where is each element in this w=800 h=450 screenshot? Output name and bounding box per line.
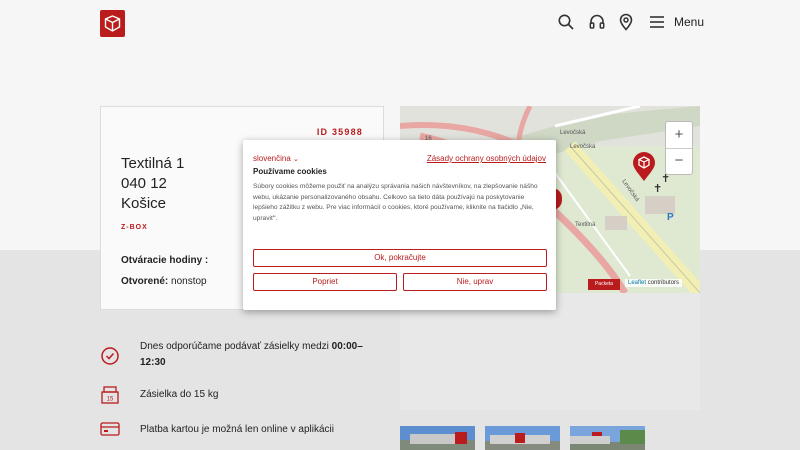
search-icon[interactable]	[557, 13, 575, 31]
location-icon[interactable]	[617, 13, 635, 31]
branch-photo[interactable]	[400, 426, 475, 450]
reject-cookies-button[interactable]: Popriet	[253, 273, 397, 291]
open-value: nonstop	[171, 276, 207, 287]
card-payment-info: Platba kartou je možná len online v apli…	[140, 424, 334, 435]
map-attribution: Leaflet contributors	[625, 279, 683, 287]
scale-weight-icon: 15	[100, 385, 120, 410]
branch-id: ID 35988	[316, 127, 363, 137]
zoom-in-button[interactable]: +	[666, 122, 692, 149]
customize-cookies-button[interactable]: Nie, uprav	[403, 273, 547, 291]
recommended-time-text: Dnes odporúčame podávať zásielky medzi	[140, 341, 329, 352]
address-city: Košice	[121, 195, 167, 212]
cookie-consent-dialog: slovenčina ⌄ Zásady ochrany osobných úda…	[243, 140, 556, 310]
menu-label[interactable]: Menu	[674, 15, 704, 29]
recommended-time: Dnes odporúčame podávať zásielky medzi 0…	[140, 339, 380, 371]
svg-text:P: P	[667, 212, 674, 223]
open-status: Otvorené: nonstop	[121, 276, 207, 287]
language-value: slovenčina	[253, 154, 291, 163]
street-label: Levočská	[570, 144, 596, 150]
cookie-title: Používame cookies	[253, 167, 327, 176]
branch-photo[interactable]	[485, 426, 560, 450]
accept-cookies-button[interactable]: Ok, pokračujte	[253, 249, 547, 267]
zoom-out-button[interactable]: −	[666, 148, 692, 174]
address-zip: 040 12	[121, 175, 167, 192]
cookie-description: Súbory cookies môžeme použiť na analýzu …	[253, 183, 538, 222]
open-label: Otvorené:	[121, 276, 169, 287]
clock-icon	[100, 346, 120, 371]
leaflet-link[interactable]: Leaflet	[628, 280, 646, 286]
box-icon	[104, 15, 121, 32]
privacy-policy-link[interactable]: Zásady ochrany osobných údajov	[427, 154, 546, 163]
weight-icon-text: 15	[107, 397, 114, 403]
headset-icon[interactable]	[588, 13, 606, 31]
recommended-time-end: 12:30	[140, 357, 166, 368]
menu-icon[interactable]	[648, 13, 666, 31]
branch-type: Z-BOX	[121, 224, 148, 231]
branch-marker-icon[interactable]	[632, 152, 656, 187]
chevron-down-icon: ⌄	[293, 156, 299, 163]
branch-photo[interactable]	[570, 426, 645, 450]
address-street: Textilná 1	[121, 155, 185, 172]
street-label: Levočská	[560, 130, 586, 136]
weight-limit: Zásielka do 15 kg	[140, 389, 219, 400]
opening-hours-label: Otváracie hodiny :	[121, 255, 209, 266]
map-zoom-control: + −	[665, 121, 693, 175]
language-select[interactable]: slovenčina ⌄	[253, 154, 299, 163]
packeta-logo[interactable]	[100, 10, 125, 37]
packeta-badge: Packeta	[588, 279, 620, 290]
street-label: Textilná	[575, 222, 596, 228]
map-lower-panel	[400, 293, 700, 410]
recommended-time-start: 00:00–	[331, 341, 363, 352]
contributors-text: contributors	[647, 280, 680, 286]
card-payment-icon	[100, 421, 120, 442]
